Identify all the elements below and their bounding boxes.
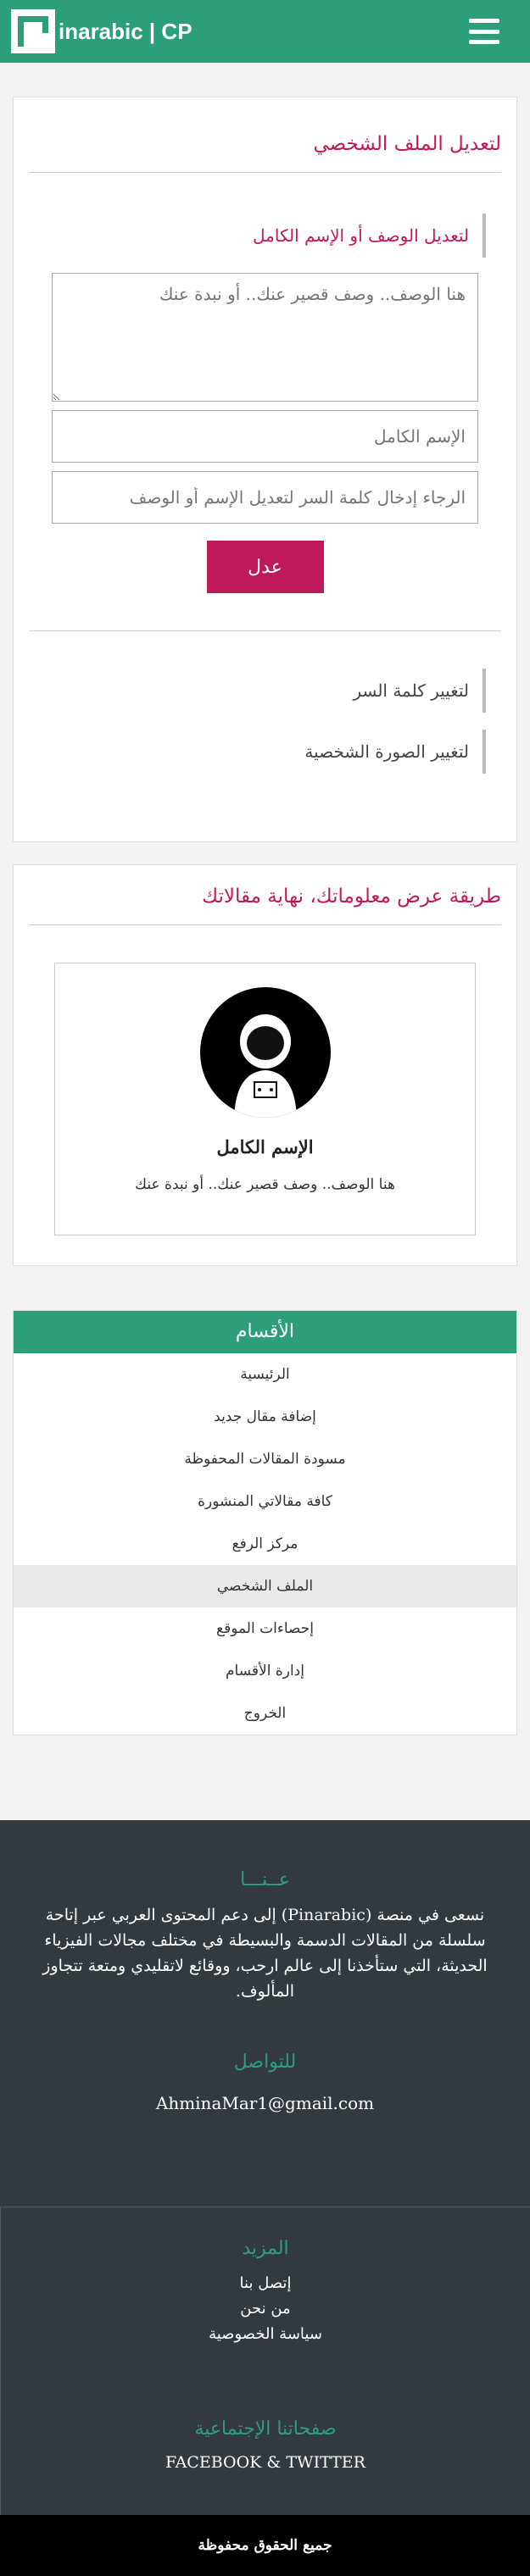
category-item-published[interactable]: كافة مقالاتي المنشورة — [14, 1480, 516, 1523]
category-item-manage-sections[interactable]: إدارة الأقسام — [14, 1650, 516, 1692]
menu-icon[interactable] — [469, 19, 499, 44]
about-us-link[interactable]: من نحن — [1, 2296, 530, 2322]
edit-description-subtitle: لتعديل الوصف أو الإسم الكامل — [29, 214, 486, 258]
contact-email[interactable]: AhminaMar1@gmail.com — [0, 2093, 530, 2113]
category-item-new-article[interactable]: إضافة مقال جديد — [14, 1396, 516, 1438]
preview-title: طريقة عرض معلوماتك، نهاية مقالاتك — [29, 865, 501, 925]
profile-preview-card: طريقة عرض معلوماتك، نهاية مقالاتك الإسم … — [13, 864, 517, 1266]
contact-us-link[interactable]: إتصل بنا — [1, 2271, 530, 2296]
logo-text: inarabic | CP — [59, 18, 192, 44]
category-item-upload-center[interactable]: مركز الرفع — [14, 1523, 516, 1565]
category-item-drafts[interactable]: مسودة المقالات المحفوظة — [14, 1438, 516, 1480]
category-item-logout[interactable]: الخروج — [14, 1692, 516, 1735]
astronaut-avatar — [199, 987, 331, 1118]
footer-more: المزيد إتصل بنا من نحن سياسة الخصوصية صف… — [0, 2207, 530, 2515]
footer-about: عــنـــا نسعى في منصة (Pinarabic) إلى دع… — [0, 1820, 530, 2207]
privacy-link[interactable]: سياسة الخصوصية — [1, 2322, 530, 2347]
change-password-link[interactable]: لتغيير كلمة السر — [29, 669, 486, 713]
submit-button[interactable]: عدل — [206, 541, 324, 593]
divider — [29, 630, 501, 631]
author-name: الإسم الكامل — [216, 1136, 314, 1158]
logo-icon — [11, 9, 55, 53]
categories-title: الأقسام — [14, 1311, 516, 1353]
contact-title: للتواصل — [233, 2051, 297, 2073]
more-title: المزيد — [242, 2238, 289, 2259]
site-logo[interactable]: inarabic | CP — [11, 9, 192, 53]
edit-profile-card: لتعديل الملف الشخصي لتعديل الوصف أو الإس… — [13, 97, 517, 842]
category-item-home[interactable]: الرئيسية — [14, 1353, 516, 1396]
fullname-input[interactable] — [52, 410, 478, 463]
password-input[interactable] — [52, 471, 478, 524]
category-item-statistics[interactable]: إحصاءات الموقع — [14, 1607, 516, 1650]
categories-menu: الأقسام الرئيسية إضافة مقال جديد مسودة ا… — [13, 1310, 517, 1735]
author-description: هنا الوصف.. وصف قصير عنك.. أو نبدة عنك — [135, 1176, 395, 1193]
author-box: الإسم الكامل هنا الوصف.. وصف قصير عنك.. … — [54, 963, 476, 1235]
category-item-profile[interactable]: الملف الشخصي — [14, 1565, 516, 1607]
change-photo-link[interactable]: لتغيير الصورة الشخصية — [29, 730, 486, 774]
description-textarea[interactable] — [52, 273, 478, 402]
social-links[interactable]: FACEBOOK & TWITTER — [1, 2453, 530, 2472]
copyright: جميع الحقوق محفوظة — [0, 2515, 530, 2576]
about-title: عــنـــا — [240, 1869, 290, 1890]
social-title: صفحاتنا الإجتماعية — [194, 2418, 337, 2440]
about-text: نسعى في منصة (Pinarabic) إلى دعم المحتوى… — [42, 1906, 488, 2001]
top-navbar: inarabic | CP — [0, 0, 530, 63]
edit-profile-title: لتعديل الملف الشخصي — [29, 97, 501, 173]
